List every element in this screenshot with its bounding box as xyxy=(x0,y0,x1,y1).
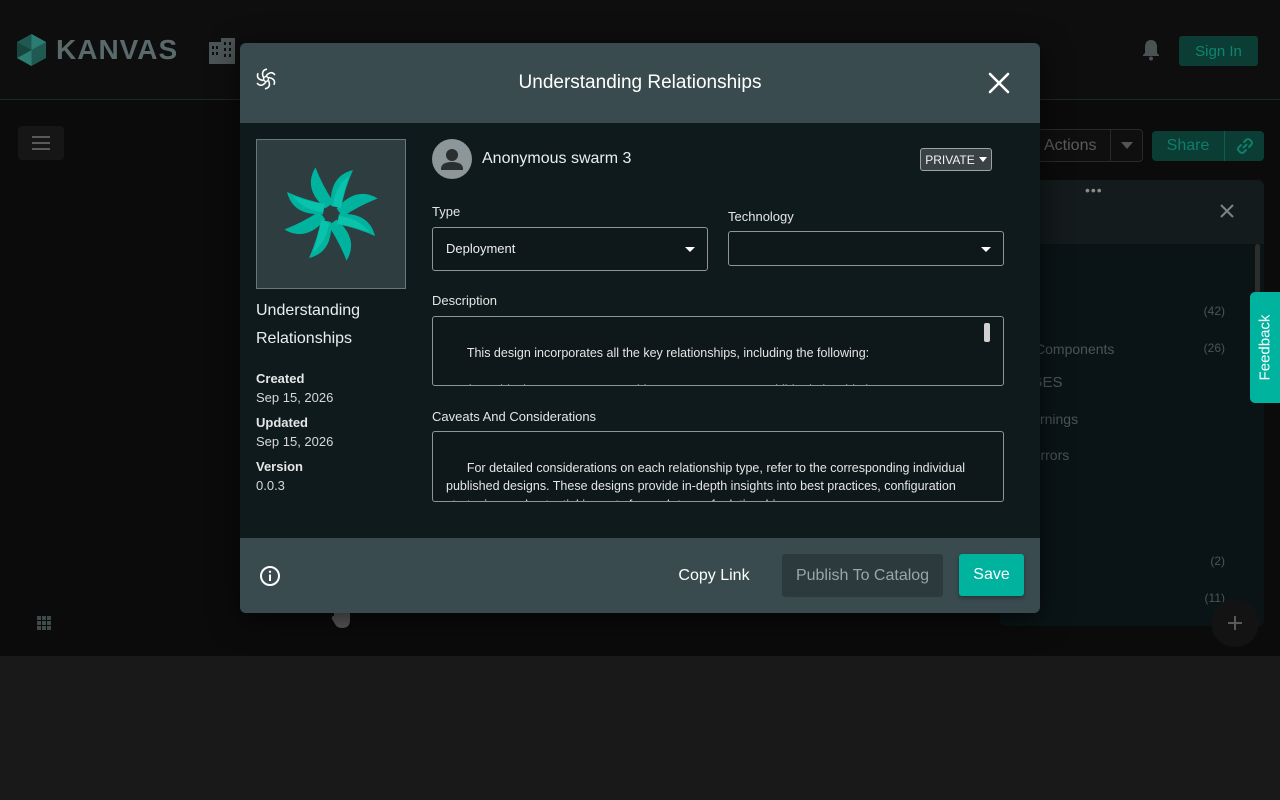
caret-down-icon xyxy=(1120,142,1133,149)
modal-title: Understanding Relationships xyxy=(518,72,762,93)
share-button[interactable]: Share xyxy=(1152,131,1224,161)
brand-name: KANVAS xyxy=(56,34,179,65)
close-icon[interactable] xyxy=(1219,203,1235,219)
updated-value: Sep 15, 2026 xyxy=(256,434,334,449)
actions-dropdown-button[interactable] xyxy=(1110,129,1143,162)
side-panel-row-count: (26) xyxy=(1203,341,1225,355)
modal-body: Understanding Relationships Created Sep … xyxy=(240,123,1040,538)
modal-header: Understanding Relationships xyxy=(240,43,1040,123)
type-select[interactable]: Deployment xyxy=(432,227,708,271)
technology-select[interactable] xyxy=(728,231,1004,266)
actions-button[interactable]: Actions xyxy=(1038,129,1110,162)
design-thumbnail xyxy=(256,139,406,289)
publish-to-catalog-button[interactable]: Publish To Catalog xyxy=(782,554,943,597)
side-panel-row-count: (42) xyxy=(1203,304,1225,318)
drag-handle-icon[interactable]: ••• xyxy=(1085,182,1103,198)
owner-name: Anonymous swarm 3 xyxy=(482,150,632,167)
caveats-label: Caveats And Considerations xyxy=(432,409,597,424)
visibility-value: PRIVATE xyxy=(925,152,975,167)
add-button[interactable] xyxy=(1211,599,1259,647)
version-label: Version xyxy=(256,459,303,474)
copy-link-button[interactable]: Copy Link xyxy=(669,559,759,593)
sign-in-button[interactable]: Sign In xyxy=(1179,36,1258,66)
description-text: This design incorporates all the key rel… xyxy=(446,345,913,386)
type-value: Deployment xyxy=(446,241,516,256)
technology-label: Technology xyxy=(728,209,794,224)
link-icon xyxy=(1236,138,1253,154)
created-label: Created xyxy=(256,371,305,386)
plus-icon xyxy=(1228,616,1242,630)
caret-down-icon xyxy=(981,246,991,252)
info-icon[interactable] xyxy=(259,565,281,587)
description-label: Description xyxy=(432,293,498,308)
side-panel-row-count: (2) xyxy=(1210,554,1225,568)
description-scrollbar[interactable] xyxy=(984,323,990,342)
design-logo-icon xyxy=(284,167,378,261)
type-label: Type xyxy=(432,204,461,219)
visibility-dropdown[interactable]: PRIVATE xyxy=(920,148,992,171)
design-name: Understanding Relationships xyxy=(256,302,361,347)
design-info-modal: Understanding Relationships Understandin… xyxy=(240,43,1040,613)
caveats-text: For detailed considerations on each rela… xyxy=(446,460,966,502)
save-button[interactable]: Save xyxy=(959,554,1024,596)
version-value: 0.0.3 xyxy=(256,478,285,493)
hamburger-menu-button[interactable] xyxy=(18,126,64,160)
user-icon xyxy=(441,149,463,170)
apps-grid-icon[interactable] xyxy=(28,607,60,639)
caret-down-icon xyxy=(685,247,695,252)
caveats-textarea[interactable]: For detailed considerations on each rela… xyxy=(432,431,1004,502)
created-value: Sep 15, 2026 xyxy=(256,390,334,405)
kanvas-logo[interactable]: KANVAS xyxy=(15,33,178,67)
close-icon[interactable] xyxy=(988,72,1010,94)
hamburger-icon xyxy=(32,136,50,150)
description-textarea[interactable]: This design incorporates all the key rel… xyxy=(432,316,1004,386)
copy-link-icon-button[interactable] xyxy=(1224,131,1264,161)
avatar xyxy=(432,139,472,179)
modal-footer: Copy Link Publish To Catalog Save xyxy=(240,538,1040,613)
feedback-label: Feedback xyxy=(1256,314,1274,381)
feedback-tab[interactable]: Feedback xyxy=(1250,292,1280,403)
caret-down-icon xyxy=(978,157,987,162)
updated-label: Updated xyxy=(256,415,308,430)
kanvas-logo-icon xyxy=(17,34,46,66)
building-icon[interactable] xyxy=(207,36,237,64)
notification-bell-icon[interactable] xyxy=(1141,39,1161,61)
